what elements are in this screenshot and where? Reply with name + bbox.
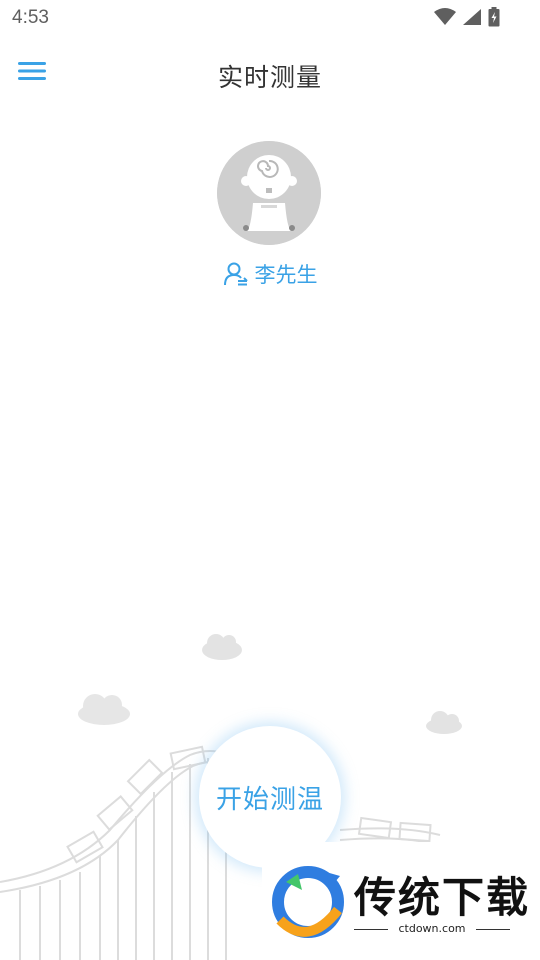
wifi-icon	[434, 8, 456, 25]
avatar[interactable]	[217, 141, 321, 245]
cloud-icon	[202, 634, 242, 660]
status-icons	[434, 7, 500, 27]
status-time: 4:53	[12, 7, 49, 28]
battery-charging-icon	[488, 7, 500, 27]
cloud-icon	[426, 711, 462, 734]
status-bar: 4:53	[0, 0, 540, 36]
watermark-brand: 传统下载	[354, 873, 531, 922]
cloud-icon	[78, 694, 130, 725]
watermark-logo: 传统下载 ctdown.com	[262, 842, 540, 960]
baby-avatar-icon	[217, 141, 321, 245]
app-bar: 实时测量	[0, 44, 540, 104]
user-switch-icon	[223, 262, 248, 286]
ctdown-logo-icon	[272, 866, 344, 938]
user-name: 李先生	[254, 263, 318, 287]
user-switch[interactable]: 李先生	[0, 257, 540, 291]
cell-signal-icon	[463, 9, 481, 25]
watermark-url: ctdown.com	[398, 922, 466, 935]
page-title: 实时测量	[217, 63, 322, 92]
